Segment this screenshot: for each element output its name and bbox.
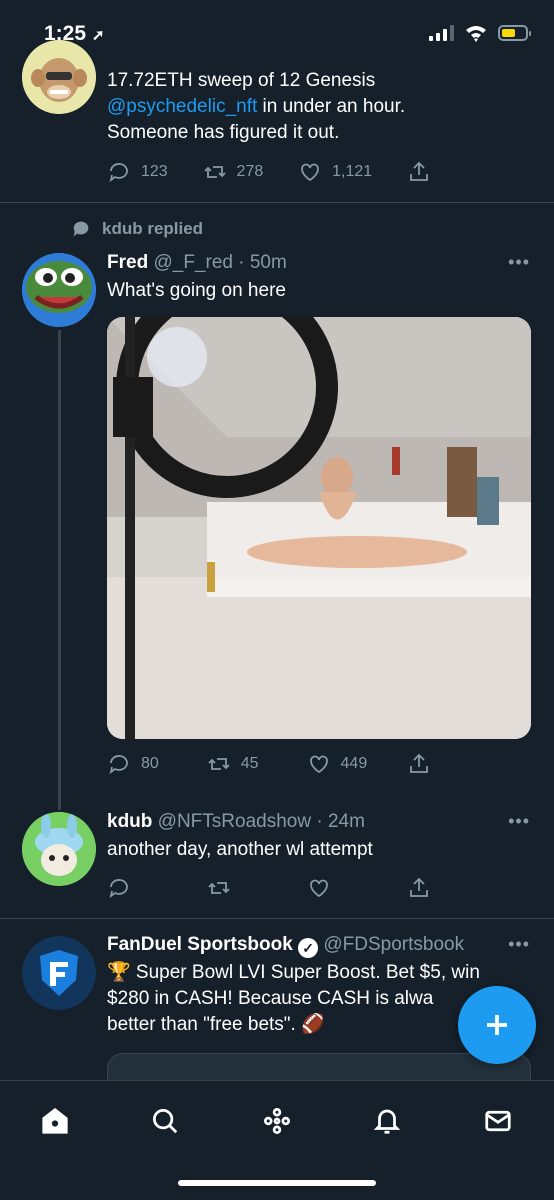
mention-link[interactable]: @psychedelic_nft: [107, 96, 257, 117]
reply-icon: [109, 879, 128, 899]
cellular-signal-icon: [429, 25, 454, 41]
thread-connector: [58, 330, 61, 810]
share-button[interactable]: [407, 752, 467, 776]
heart-icon: [309, 755, 328, 774]
tweet-header: kdub @NFTsRoadshow · 24m: [107, 809, 532, 835]
like-count: 449: [340, 755, 368, 772]
search-icon: [153, 1109, 178, 1134]
author-handle-time: @NFTsRoadshow · 24m: [157, 811, 365, 832]
more-options-icon[interactable]: •••: [508, 934, 530, 955]
reply-icon: [109, 755, 128, 775]
retweet-icon: [208, 882, 230, 894]
retweet-button[interactable]: 278: [203, 160, 264, 184]
social-context-text: kdub replied: [102, 219, 204, 238]
share-icon: [410, 753, 428, 773]
retweet-icon: [203, 166, 226, 178]
battery-icon: [498, 25, 531, 41]
mail-icon: [485, 1110, 511, 1132]
bell-icon: [373, 1109, 401, 1134]
tweet-actions: [107, 876, 467, 900]
author-name[interactable]: FanDuel Sportsbook: [107, 934, 293, 955]
more-options-icon[interactable]: •••: [508, 252, 530, 273]
avatar-fanduel[interactable]: [22, 936, 96, 1010]
speech-bubble-icon: [73, 221, 89, 237]
author-handle: @FDSportsbook: [323, 934, 465, 955]
tweet-text: 17.72ETH sweep of 12 Genesis @psychedeli…: [107, 70, 406, 143]
like-count: 1,121: [332, 163, 373, 180]
status-indicators: [429, 24, 531, 42]
like-button[interactable]: [307, 876, 367, 900]
tab-spaces[interactable]: [257, 1101, 297, 1141]
tab-home[interactable]: [35, 1101, 75, 1141]
compose-tweet-button[interactable]: [458, 986, 536, 1064]
status-bar: 1:25 ➚: [0, 0, 554, 64]
reply-count: 80: [141, 755, 159, 772]
author-name[interactable]: Fred: [107, 252, 148, 273]
tweet-header: FanDuel Sportsbook ✓ @FDSportsbook: [107, 932, 532, 958]
tweet-header: Fred @_F_red · 50m: [107, 250, 532, 276]
tweet-media-image[interactable]: [107, 317, 531, 739]
retweet-count: 278: [236, 163, 264, 180]
spaces-icon: [264, 1108, 291, 1135]
avatar-kdub[interactable]: [22, 812, 96, 886]
share-icon: [410, 161, 428, 181]
tab-notifications[interactable]: [367, 1101, 407, 1141]
share-icon: [410, 877, 428, 897]
like-button[interactable]: 1,121: [298, 160, 372, 184]
home-icon: [42, 1108, 68, 1134]
heart-icon: [310, 879, 328, 898]
social-context: kdub replied: [70, 218, 203, 240]
location-arrow-icon: ➚: [91, 27, 105, 44]
avatar-pepe[interactable]: [22, 253, 96, 327]
retweet-count: 45: [240, 755, 259, 772]
tweet-text: What's going on here: [107, 280, 286, 301]
reply-icon: [109, 163, 128, 183]
tweet-divider: [0, 918, 554, 919]
reply-button[interactable]: 123: [107, 160, 168, 184]
reply-button[interactable]: 80: [107, 752, 167, 776]
more-options-icon[interactable]: •••: [508, 811, 530, 832]
tweet-actions: 123 278 1,121: [107, 160, 467, 184]
tab-messages[interactable]: [478, 1101, 518, 1141]
home-indicator: [178, 1180, 376, 1186]
heart-icon: [301, 163, 319, 182]
plus-icon: [487, 1015, 507, 1035]
tweet-text: another day, another wl attempt: [107, 839, 373, 860]
author-handle-time: @_F_red · 50m: [153, 252, 287, 273]
like-button[interactable]: 449: [307, 752, 368, 776]
share-button[interactable]: [407, 160, 467, 184]
tweet-actions: 80 45 449: [107, 752, 467, 776]
retweet-icon: [208, 758, 230, 770]
retweet-button[interactable]: [207, 876, 267, 900]
reply-count: 123: [141, 163, 168, 180]
author-name[interactable]: kdub: [107, 811, 152, 832]
reply-button[interactable]: [107, 876, 167, 900]
tab-search[interactable]: [145, 1101, 185, 1141]
retweet-button[interactable]: 45: [207, 752, 267, 776]
status-time: 1:25 ➚: [44, 22, 105, 45]
verified-badge-icon: ✓: [298, 938, 319, 958]
wifi-icon: [466, 26, 486, 42]
share-button[interactable]: [407, 876, 467, 900]
